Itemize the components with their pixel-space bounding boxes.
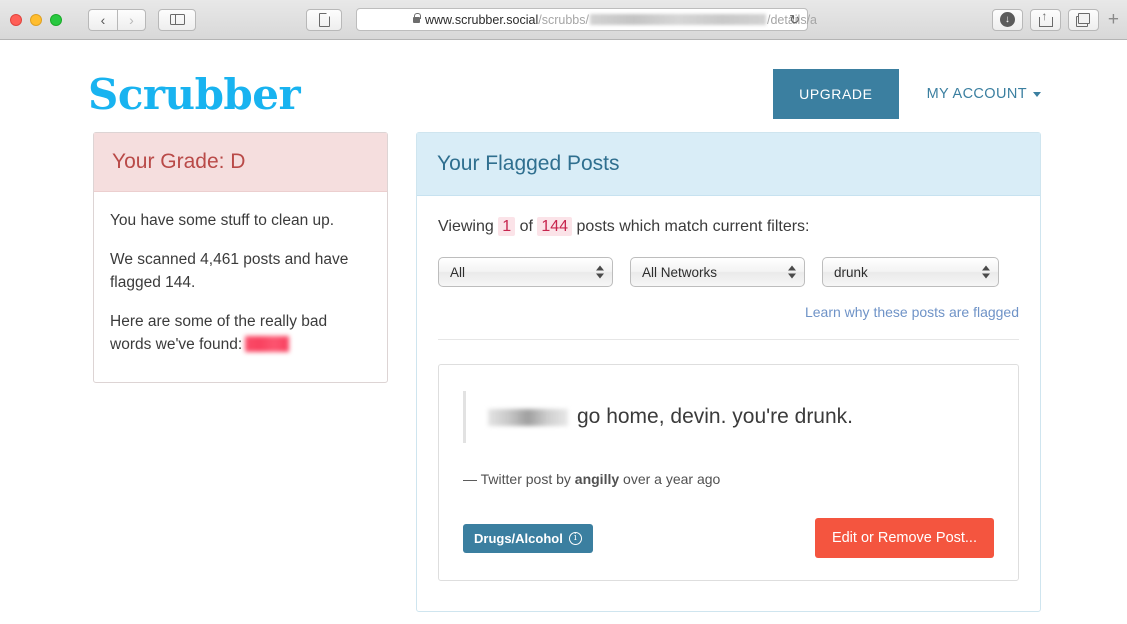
keyword-filter-select[interactable]: drunk [822,257,999,287]
network-filter-value: All Networks [642,264,718,280]
back-button[interactable]: ‹ [88,8,117,31]
flagged-posts-panel: Your Flagged Posts Viewing 1 of 144 post… [416,132,1041,612]
minimize-window-button[interactable] [30,13,42,26]
type-filter-select[interactable]: All [438,257,613,287]
grade-panel-body: You have some stuff to clean up. We scan… [94,192,387,382]
chevron-right-icon: › [129,11,134,28]
upgrade-button[interactable]: UPGRADE [773,69,899,119]
info-icon: i [568,531,582,545]
filter-controls: All All Networks drunk [438,257,1019,287]
post-author: angilly [574,471,620,487]
tabs-icon [1076,13,1091,27]
close-window-button[interactable] [10,13,22,26]
redacted-bad-word [245,335,290,352]
viewing-current-count: 1 [498,217,516,236]
downloads-button[interactable]: ↓ [991,8,1023,31]
page-content: Scrubber UPGRADE MY ACCOUNT Your Grade: … [0,40,1127,624]
grade-title: Your Grade: D [112,150,246,173]
redacted-post-prefix [488,408,568,426]
my-account-menu[interactable]: MY ACCOUNT [927,86,1041,102]
share-icon [1039,9,1054,27]
edit-or-remove-post-button[interactable]: Edit or Remove Post... [814,518,994,558]
download-icon: ↓ [999,12,1015,27]
grade-panel: Your Grade: D You have some stuff to cle… [93,132,388,384]
forward-button[interactable]: › [117,8,146,31]
viewing-prefix: Viewing [438,218,494,235]
post-meta-suffix: over a year ago [623,471,721,487]
sidebar-icon [169,13,185,26]
grade-scan-stats: We scanned 4,461 posts and have flagged … [110,251,349,291]
post-attribution: — Twitter post by angilly over a year ag… [463,471,994,487]
chevron-down-icon [1033,91,1041,97]
viewing-total-count: 144 [537,217,573,236]
grade-summary-line: You have some stuff to clean up. [110,212,335,229]
header-nav: UPGRADE MY ACCOUNT [773,69,1041,119]
flagged-post-card: go home, devin. you're drunk. — Twitter … [438,364,1019,581]
site-header: Scrubber UPGRADE MY ACCOUNT [0,40,1127,132]
flagged-posts-body: Viewing 1 of 144 posts which match curre… [417,196,1040,581]
url-text: www.scrubber.social/scrubbs//details/a [425,13,817,27]
learn-why-flagged-link[interactable]: Learn why these posts are flagged [805,304,1019,320]
stepper-arrows-icon [596,265,604,279]
my-account-label: MY ACCOUNT [926,86,1027,102]
viewing-status: Viewing 1 of 144 posts which match curre… [438,217,1019,236]
browser-toolbar: ‹ › www.scrubber.social/scrubbs//details… [0,0,1127,40]
post-quote: go home, devin. you're drunk. [463,391,994,443]
new-tab-button[interactable]: + [1108,10,1119,29]
section-divider [438,339,1019,340]
flagged-posts-header: Your Flagged Posts [417,133,1040,196]
type-filter-value: All [450,264,466,280]
post-text: go home, devin. you're drunk. [577,405,854,428]
grade-bad-words-line: Here are some of the really bad words we… [110,311,371,356]
reload-icon[interactable]: ↻ [789,12,800,28]
stepper-arrows-icon [982,265,990,279]
document-icon [318,12,330,27]
chevron-left-icon: ‹ [100,11,106,28]
viewing-suffix: posts which match current filters: [576,218,810,235]
stepper-arrows-icon [788,265,796,279]
grade-panel-header: Your Grade: D [94,133,387,192]
tab-overview-button[interactable] [1067,8,1099,31]
grade-bad-words-label: Here are some of the really bad words we… [110,313,328,353]
post-actions: Drugs/Alcohol i Edit or Remove Post... [463,518,994,558]
maximize-window-button[interactable] [50,13,62,26]
share-button[interactable] [1029,8,1061,31]
post-meta-prefix: — Twitter post by [463,471,571,487]
keyword-filter-value: drunk [834,264,868,280]
url-path-before: /scrubbs/ [538,12,589,27]
lock-icon [413,12,421,23]
url-redacted-segment [589,14,766,25]
address-bar[interactable]: www.scrubber.social/scrubbs//details/a ↻ [356,8,817,31]
reader-view-button[interactable] [306,8,342,31]
viewing-of: of [519,218,533,235]
network-filter-select[interactable]: All Networks [630,257,805,287]
url-domain: www.scrubber.social [425,12,539,27]
status-badge[interactable]: Drugs/Alcohol i [463,523,593,553]
window-traffic-lights [0,13,62,26]
navigation-buttons: ‹ › [88,8,146,31]
main-content: Your Grade: D You have some stuff to cle… [0,132,1127,612]
site-logo[interactable]: Scrubber [88,70,301,119]
learn-link-row: Learn why these posts are flagged [438,287,1019,322]
sidebar-toggle-button[interactable] [158,8,196,31]
toolbar-right-actions: ↓ + [991,8,1119,31]
status-badge-label: Drugs/Alcohol [474,530,563,546]
flagged-posts-title: Your Flagged Posts [437,152,620,175]
